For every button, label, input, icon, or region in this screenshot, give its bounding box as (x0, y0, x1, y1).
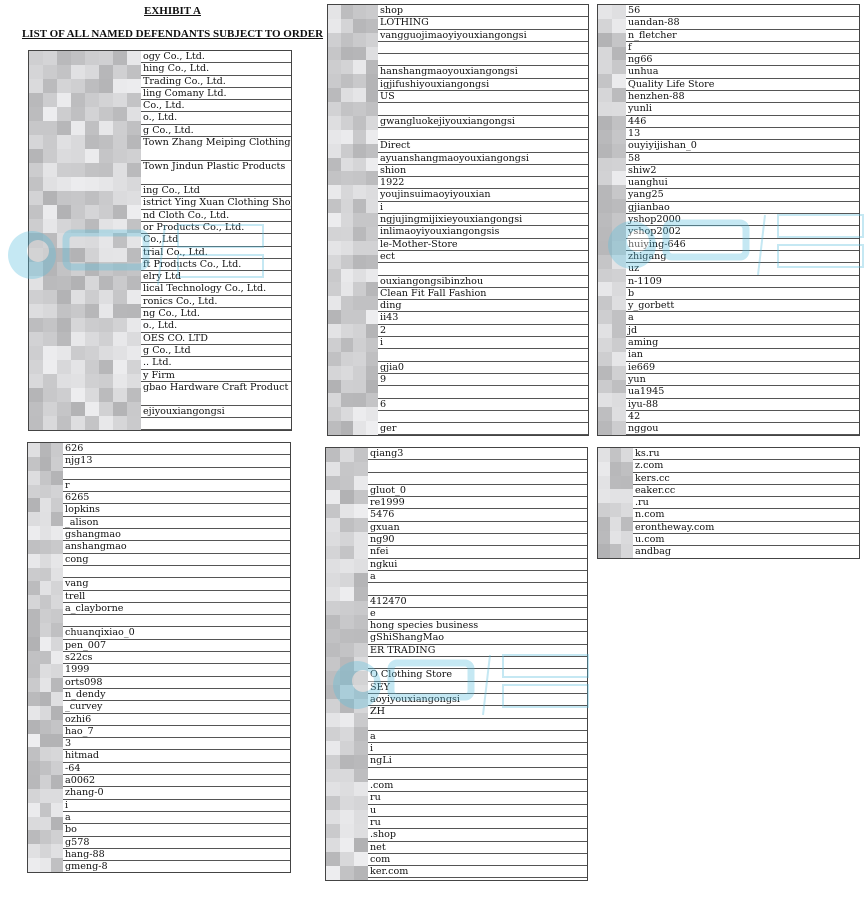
table-row: 6265 (28, 492, 290, 505)
table-row: y_gorbett (598, 300, 859, 313)
table-row: andbag (598, 546, 859, 558)
table-row: orts098 (28, 677, 290, 689)
table-row (28, 468, 290, 480)
table-row: b (598, 288, 859, 301)
table-row (28, 615, 290, 628)
table-row: 13 (598, 128, 859, 141)
table-row: ouyiyijishan_0 (598, 140, 859, 153)
redaction-mosaic (328, 5, 378, 435)
redaction-mosaic (29, 51, 141, 430)
table-row: 42 (598, 411, 859, 424)
table-row: gjianbao (598, 202, 859, 215)
table-row: .ru (598, 497, 859, 510)
table-row: nggou (598, 423, 859, 435)
table-row: _curvey (28, 701, 290, 714)
table-row: trell (28, 591, 290, 603)
table-row: erontheway.com (598, 522, 859, 535)
table-row: anshangmao (28, 541, 290, 554)
redaction-mosaic (598, 448, 633, 558)
table-row: uandan-88 (598, 17, 859, 30)
table-row: ie669 (598, 362, 859, 374)
table-row: gshangmao (28, 529, 290, 542)
table-row: lopkins (28, 504, 290, 517)
table-row: pen_007 (28, 640, 290, 653)
table-row: n-1109 (598, 276, 859, 288)
table-row: eaker.cc (598, 485, 859, 498)
table-row: Quality Life Store (598, 79, 859, 92)
redaction-mosaic (598, 5, 626, 435)
table-row: kers.cc (598, 473, 859, 485)
table-row: huiying-646 (598, 239, 859, 251)
table-row: uanghui (598, 177, 859, 190)
table-row: yshop2000 (598, 214, 859, 227)
table-row: zhang-0 (28, 787, 290, 800)
redaction-mosaic (326, 448, 368, 880)
table-row: ian (598, 349, 859, 362)
exhibit-title: EXHIBIT A (144, 5, 201, 17)
table-row (28, 566, 290, 579)
table-row: 56 (598, 5, 859, 18)
table-row: yang25 (598, 189, 859, 202)
table-row: -64 (28, 763, 290, 776)
table-row: vang (28, 578, 290, 591)
defendants-table: ks.ru z.com kers.cc eaker.cc .ru n.com eronthe… (597, 447, 860, 559)
defendants-table: 56 uandan-88 n_fletcher f ng66 unhua Quality L… (597, 4, 860, 436)
table-row: hitmad (28, 750, 290, 763)
defendants-table: qiang3 gluot_0 re1999 5476 gxuan ng90 nfei ngku… (325, 447, 588, 881)
table-row: a0062 (28, 775, 290, 788)
table-row: 446 (598, 116, 859, 128)
table-row: r (28, 480, 290, 493)
table-row: n_fletcher (598, 30, 859, 42)
defendants-table: ogy Co., Ltd. hing Co., Ltd. Trading Co., … (28, 50, 292, 431)
table-row: u.com (598, 534, 859, 547)
table-row: ks.ru (598, 448, 859, 461)
table-row: zhigang (598, 251, 859, 264)
table-row: yunli (598, 103, 859, 116)
table-row: n.com (598, 509, 859, 522)
table-row: f (598, 42, 859, 55)
table-row: yun (598, 374, 859, 387)
table-row: i (28, 800, 290, 812)
table-row: aming (598, 337, 859, 350)
table-row: 1999 (28, 664, 290, 677)
table-row: henzhen-88 (598, 91, 859, 104)
table-row: njg13 (28, 455, 290, 468)
table-row: unhua (598, 66, 859, 79)
table-row: cong (28, 554, 290, 566)
table-row: g578 (28, 837, 290, 849)
table-row: shiw2 (598, 165, 859, 178)
table-row: hao_7 (28, 726, 290, 739)
page-subtitle: LIST OF ALL NAMED DEFENDANTS SUBJECT TO … (21, 28, 324, 40)
table-row: 58 (598, 153, 859, 165)
table-row: a (598, 312, 859, 325)
table-row: _alison (28, 517, 290, 530)
defendants-table: 626 njg13 r 6265 lopkins _alison gshangmao ansh… (27, 442, 291, 873)
table-row: yshop2002 (598, 226, 859, 239)
table-row: z.com (598, 460, 859, 473)
table-row: ozhi6 (28, 714, 290, 726)
redaction-mosaic (28, 443, 63, 872)
table-row: ua1945 (598, 386, 859, 399)
table-row: a (28, 812, 290, 825)
table-row: bo (28, 824, 290, 837)
table-row: hang-88 (28, 849, 290, 862)
table-row: s22cs (28, 652, 290, 665)
table-row: uz (598, 263, 859, 276)
defendants-table: shop LOTHING vangguojimaoyiyouxiangongsi ha… (327, 4, 589, 436)
table-row: jd (598, 325, 859, 338)
table-row: a_clayborne (28, 603, 290, 616)
table-row: ng66 (598, 54, 859, 67)
table-row: n_dendy (28, 689, 290, 702)
table-row: gmeng-8 (28, 861, 290, 872)
table-row: 3 (28, 738, 290, 751)
table-row: iyu-88 (598, 399, 859, 411)
table-row: chuanqixiao_0 (28, 627, 290, 640)
table-row: 626 (28, 443, 290, 456)
